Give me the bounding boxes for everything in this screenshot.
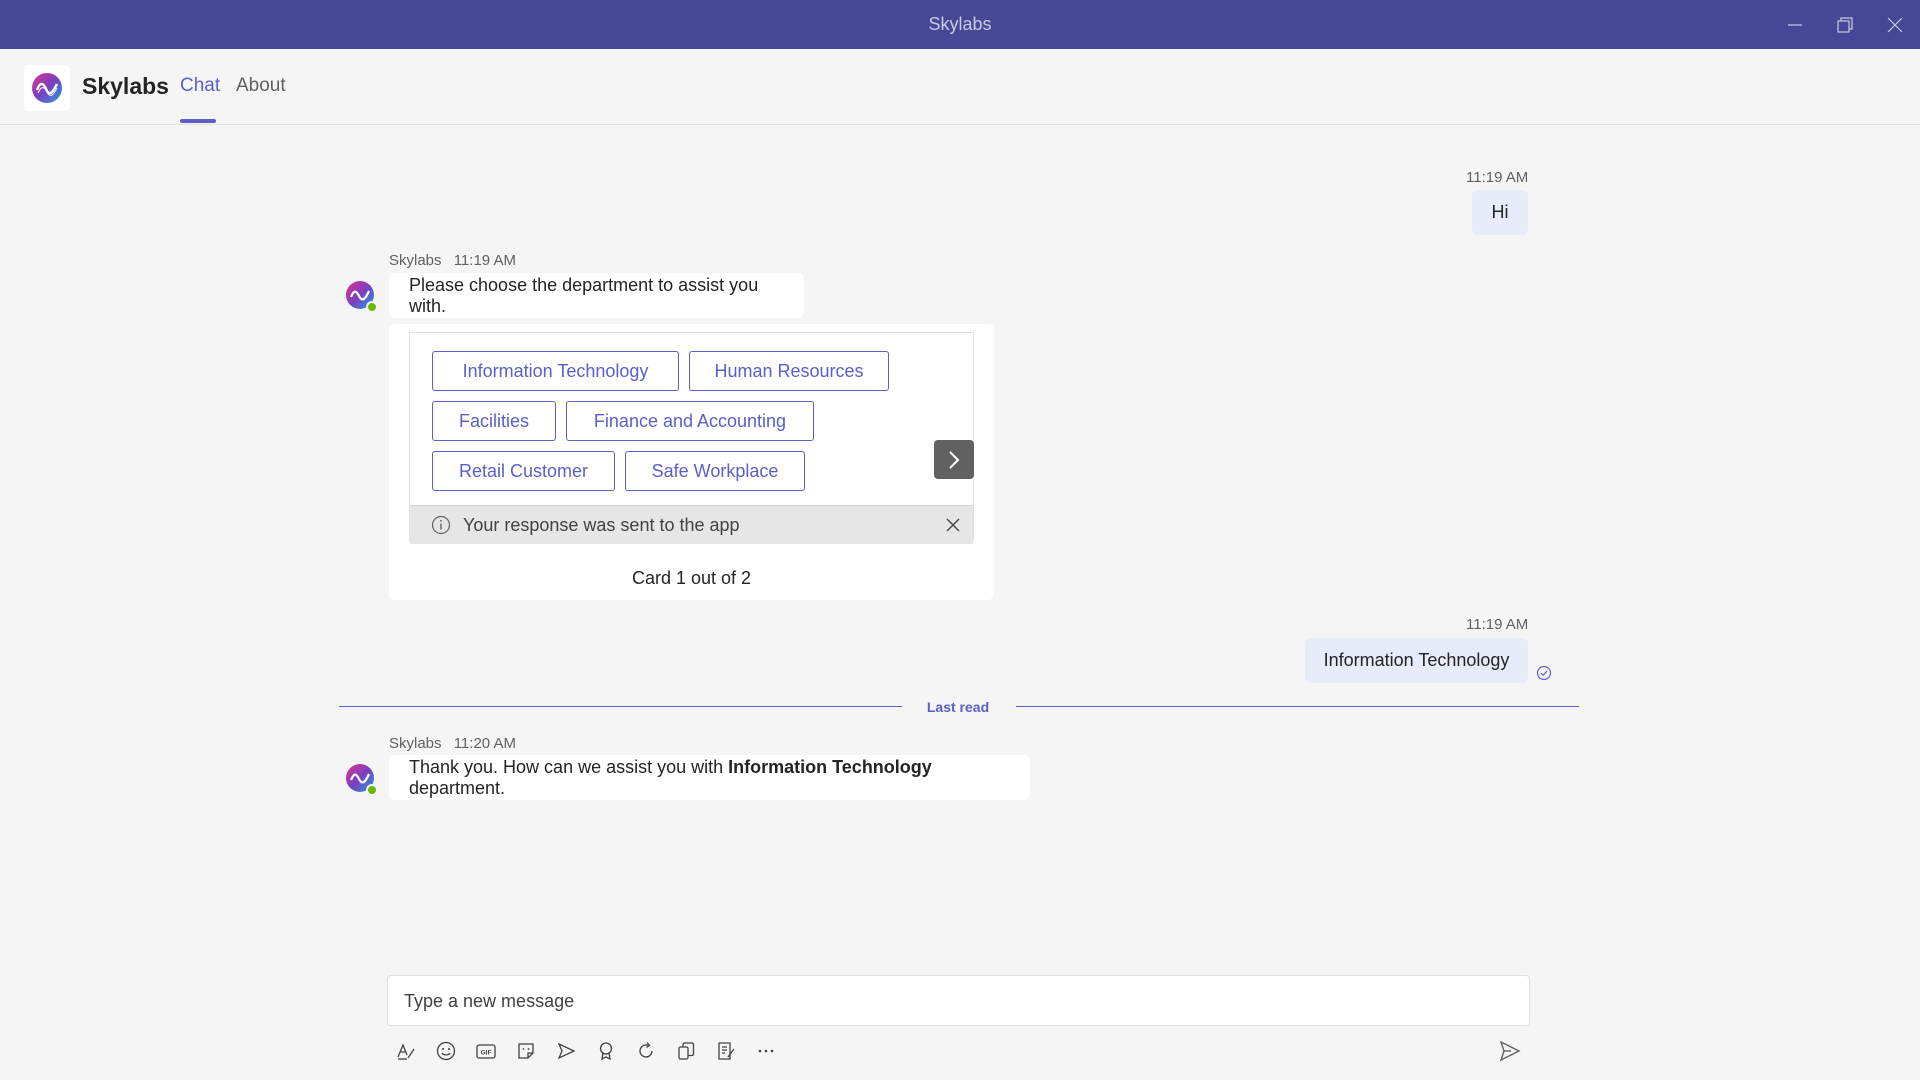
info-icon xyxy=(431,515,451,535)
option-information-technology[interactable]: Information Technology xyxy=(432,351,679,391)
app-header: Skylabs Chat About xyxy=(0,49,1920,125)
bot-avatar[interactable] xyxy=(345,280,378,313)
option-finance-and-accounting[interactable]: Finance and Accounting xyxy=(566,401,814,441)
more-icon xyxy=(758,1049,774,1053)
my-message-bubble[interactable]: Hi xyxy=(1472,190,1528,235)
close-window-button[interactable] xyxy=(1870,0,1920,49)
active-tab-indicator xyxy=(180,119,216,123)
window-titlebar: Skylabs xyxy=(0,0,1920,49)
option-human-resources[interactable]: Human Resources xyxy=(689,351,889,391)
sticker-icon xyxy=(518,1043,534,1059)
last-read-divider-left xyxy=(339,706,902,707)
app-name: Skylabs xyxy=(82,73,169,99)
message-bold-text: Information Technology xyxy=(728,756,932,777)
forms-icon xyxy=(718,1042,735,1060)
message-time: 11:19 AM xyxy=(1466,169,1529,186)
tab-about[interactable]: About xyxy=(236,75,286,97)
last-read-label: Last read xyxy=(926,699,990,715)
chevron-right-icon xyxy=(949,450,960,469)
minimize-icon xyxy=(1788,23,1802,26)
more-options-button[interactable] xyxy=(752,1037,780,1065)
restore-button[interactable] xyxy=(1820,0,1870,49)
message-input[interactable] xyxy=(402,976,1506,1027)
message-meta: Skylabs 11:19 AM xyxy=(389,252,516,269)
message-compose-box[interactable] xyxy=(387,975,1530,1027)
send-button[interactable] xyxy=(1496,1037,1524,1065)
apps-button[interactable] xyxy=(672,1037,700,1065)
skylabs-logo-icon xyxy=(32,73,62,103)
response-notice: Your response was sent to the app xyxy=(410,505,973,544)
gif-button[interactable]: GIF xyxy=(472,1037,500,1065)
sticker-button[interactable] xyxy=(512,1037,540,1065)
message-text: Hi xyxy=(1491,202,1509,222)
emoji-icon xyxy=(436,1041,456,1061)
praise-icon xyxy=(599,1042,613,1061)
close-icon xyxy=(946,518,960,532)
message-text: Please choose the department to assist y… xyxy=(409,274,759,316)
presence-available-icon xyxy=(366,784,378,796)
notice-text: Your response was sent to the app xyxy=(463,515,740,535)
meet-icon xyxy=(557,1042,576,1060)
message-text: Information Technology xyxy=(1323,650,1510,670)
sender-name: Skylabs xyxy=(389,735,442,752)
svg-text:GIF: GIF xyxy=(481,1050,492,1057)
my-message-bubble[interactable]: Information Technology xyxy=(1305,638,1528,683)
format-icon xyxy=(397,1043,415,1060)
minimize-button[interactable] xyxy=(1770,0,1820,49)
tab-chat[interactable]: Chat xyxy=(180,75,220,97)
read-receipt-icon xyxy=(1536,665,1552,681)
next-card-button[interactable] xyxy=(934,440,974,479)
loop-icon xyxy=(639,1042,653,1058)
emoji-button[interactable] xyxy=(432,1037,460,1065)
sender-name: Skylabs xyxy=(389,252,442,269)
last-read-divider-right xyxy=(1016,706,1579,707)
message-time: 11:19 AM xyxy=(1466,616,1529,633)
message-time: 11:20 AM xyxy=(453,735,516,752)
close-icon xyxy=(1887,17,1903,32)
message-meta: Skylabs 11:20 AM xyxy=(389,735,516,752)
message-text: Thank you. How can we assist you with In… xyxy=(409,756,932,798)
gif-icon: GIF xyxy=(476,1044,496,1059)
bot-avatar[interactable] xyxy=(345,763,378,796)
window-title: Skylabs xyxy=(928,14,992,34)
dismiss-notice-button[interactable] xyxy=(943,515,963,535)
format-button[interactable] xyxy=(392,1037,420,1065)
presence-available-icon xyxy=(366,301,378,313)
apps-icon xyxy=(678,1042,695,1060)
send-icon xyxy=(1499,1040,1521,1062)
bot-message-bubble[interactable]: Please choose the department to assist y… xyxy=(389,273,804,318)
card-counter: Card 1 out of 2 xyxy=(631,568,752,588)
option-facilities[interactable]: Facilities xyxy=(432,401,556,441)
bot-message-bubble[interactable]: Thank you. How can we assist you with In… xyxy=(389,755,1030,800)
option-retail-customer[interactable]: Retail Customer xyxy=(432,451,615,491)
message-time: 11:19 AM xyxy=(453,252,516,269)
restore-icon xyxy=(1837,16,1853,33)
loop-button[interactable] xyxy=(632,1037,660,1065)
meet-now-button[interactable] xyxy=(552,1037,580,1065)
app-logo xyxy=(24,65,70,111)
option-safe-workplace[interactable]: Safe Workplace xyxy=(625,451,805,491)
praise-button[interactable] xyxy=(592,1037,620,1065)
forms-button[interactable] xyxy=(712,1037,740,1065)
